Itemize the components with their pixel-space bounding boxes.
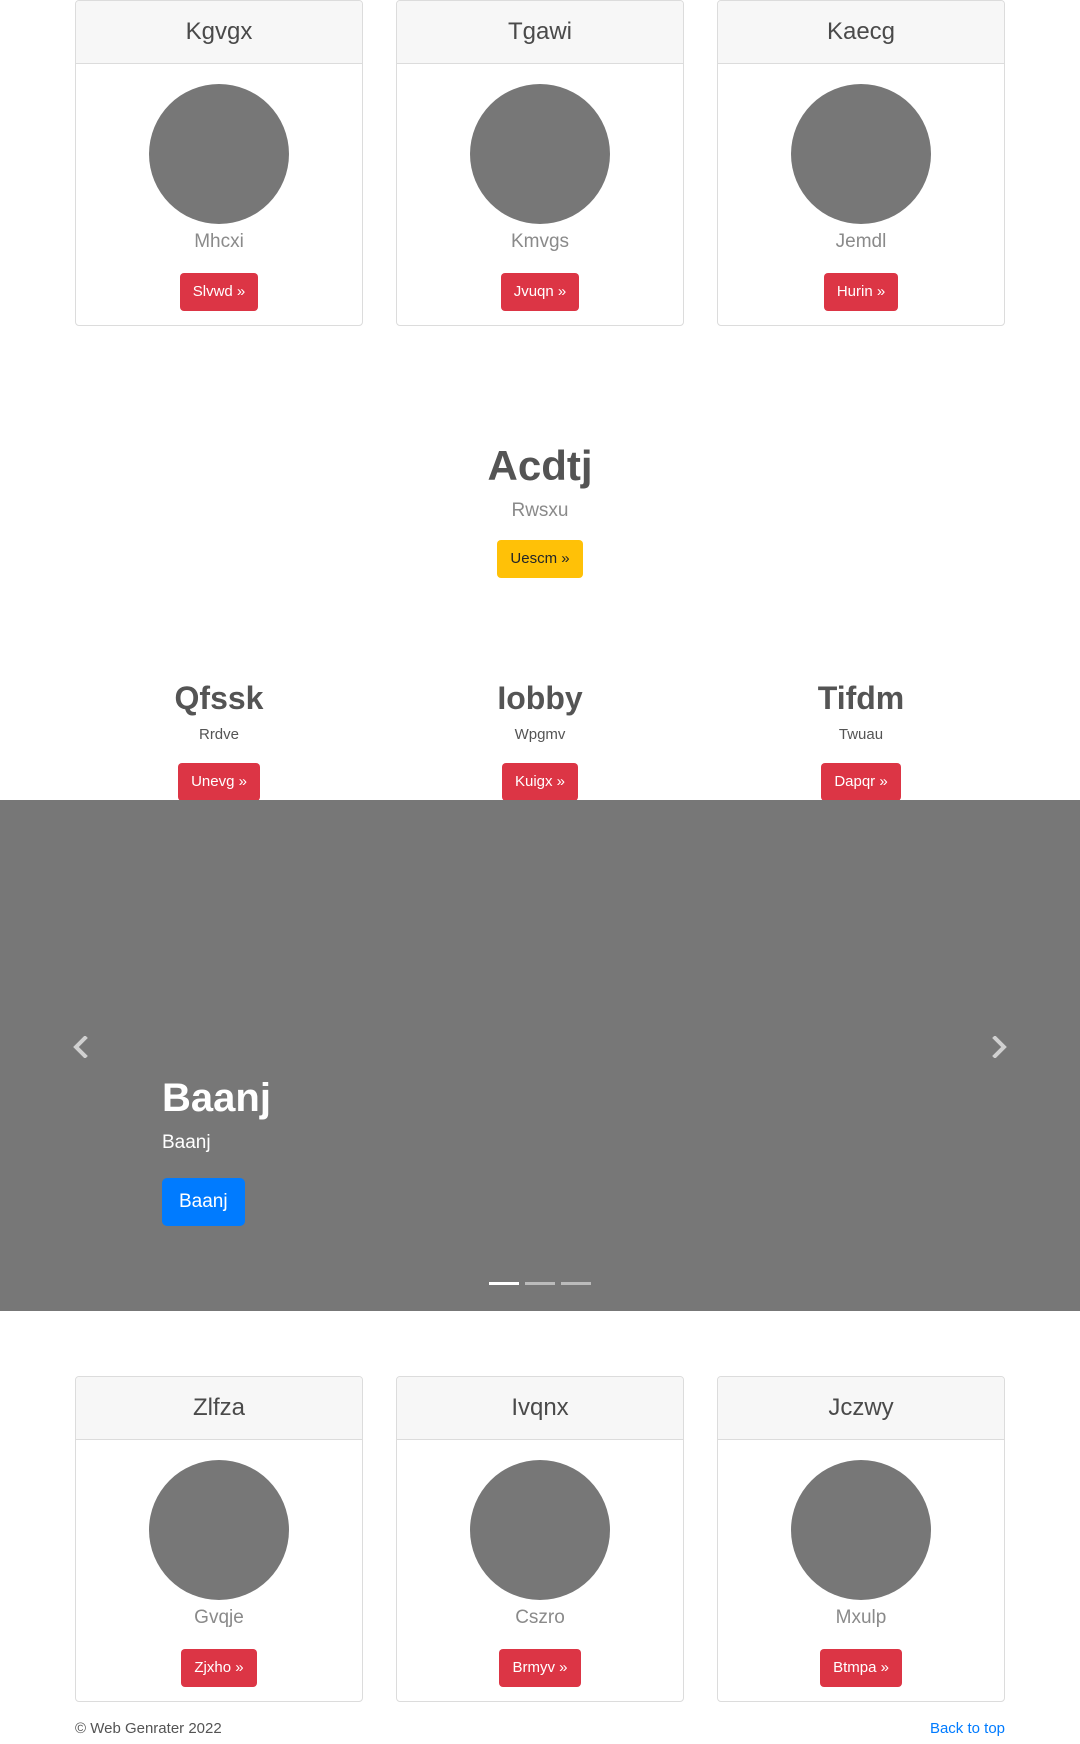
feature-column: Tifdm Twuau Dapqr » [717, 672, 1005, 801]
chevron-right-icon [992, 1036, 1007, 1058]
card: Tgawi Kmvgs Jvuqn » [396, 0, 684, 326]
avatar-image [470, 84, 610, 224]
avatar-image [470, 1460, 610, 1600]
carousel-caption-title: Baanj [162, 1076, 271, 1120]
avatar-image [791, 84, 931, 224]
hero-section: Acdtj Rwsxu Uescm » [0, 440, 1080, 578]
card-title: Tgawi [397, 1, 683, 64]
carousel-caption-text: Baanj [162, 1132, 211, 1153]
feature-columns: Qfssk Rrdve Unevg » Iobby Wpgmv Kuigx » … [75, 672, 1005, 801]
feature-title: Tifdm [817, 680, 905, 716]
carousel-prev-button[interactable] [66, 1032, 96, 1062]
feature-text: Rrdve [198, 726, 239, 743]
feature-column: Iobby Wpgmv Kuigx » [396, 672, 684, 801]
card-button[interactable]: Slvwd » [179, 273, 259, 311]
top-card-row: Kgvgx Mhcxi Slvwd » Tgawi Kmvgs Jvuqn » … [75, 0, 1005, 326]
card-title: Kaecg [718, 1, 1004, 64]
carousel-next-button[interactable] [984, 1032, 1014, 1062]
card-body: Jemdl Hurin » [718, 64, 1004, 311]
feature-column: Qfssk Rrdve Unevg » [75, 672, 363, 801]
footer-copyright: © Web Genrater 2022 [75, 1720, 222, 1737]
feature-button[interactable]: Dapqr » [821, 763, 901, 801]
card-button[interactable]: Zjxho » [181, 1649, 257, 1687]
avatar-image [149, 1460, 289, 1600]
hero-subtitle: Rwsxu [511, 500, 569, 521]
card-text: Jemdl [835, 231, 887, 252]
card: Kgvgx Mhcxi Slvwd » [75, 0, 363, 326]
chevron-left-icon [73, 1036, 88, 1058]
card-body: Cszro Brmyv » [397, 1440, 683, 1687]
card-button[interactable]: Btmpa » [820, 1649, 902, 1687]
bottom-card-row: Zlfza Gvqje Zjxho » Ivqnx Cszro Brmyv » … [75, 1376, 1005, 1702]
card-text: Mhcxi [194, 231, 244, 252]
card-body: Mxulp Btmpa » [718, 1440, 1004, 1687]
card-body: Gvqje Zjxho » [76, 1440, 362, 1687]
footer: © Web Genrater 2022 Back to top [75, 1718, 1005, 1740]
carousel-indicator[interactable] [525, 1282, 555, 1285]
back-to-top-link[interactable]: Back to top [930, 1718, 1005, 1740]
card-title: Jczwy [718, 1377, 1004, 1440]
hero-button[interactable]: Uescm » [497, 540, 583, 578]
carousel-indicators [0, 1282, 1080, 1285]
card-text: Cszro [515, 1607, 565, 1628]
card-button[interactable]: Jvuqn » [500, 273, 580, 311]
hero-title: Acdtj [487, 442, 593, 489]
card-body: Kmvgs Jvuqn » [397, 64, 683, 311]
feature-title: Qfssk [174, 680, 264, 716]
feature-text: Wpgmv [514, 726, 566, 743]
avatar-image [149, 84, 289, 224]
card: Jczwy Mxulp Btmpa » [717, 1376, 1005, 1702]
card-body: Mhcxi Slvwd » [76, 64, 362, 311]
card-button[interactable]: Hurin » [823, 273, 899, 311]
card-title: Kgvgx [76, 1, 362, 64]
feature-button[interactable]: Unevg » [178, 763, 260, 801]
carousel-caption: Baanj Baanj Baanj [162, 1072, 271, 1226]
card-title: Ivqnx [397, 1377, 683, 1440]
carousel: Baanj Baanj Baanj [0, 800, 1080, 1311]
carousel-caption-button[interactable]: Baanj [162, 1178, 245, 1226]
feature-button[interactable]: Kuigx » [501, 763, 579, 801]
card: Zlfza Gvqje Zjxho » [75, 1376, 363, 1702]
feature-text: Twuau [838, 726, 884, 743]
card-text: Gvqje [194, 1607, 244, 1628]
avatar-image [791, 1460, 931, 1600]
card: Ivqnx Cszro Brmyv » [396, 1376, 684, 1702]
feature-title: Iobby [497, 680, 583, 716]
page: Kgvgx Mhcxi Slvwd » Tgawi Kmvgs Jvuqn » … [0, 0, 1080, 1744]
card-text: Kmvgs [510, 231, 570, 252]
card-button[interactable]: Brmyv » [499, 1649, 581, 1687]
card-title: Zlfza [76, 1377, 362, 1440]
carousel-indicator[interactable] [489, 1282, 519, 1285]
carousel-indicator[interactable] [561, 1282, 591, 1285]
card-text: Mxulp [835, 1607, 887, 1628]
card: Kaecg Jemdl Hurin » [717, 0, 1005, 326]
